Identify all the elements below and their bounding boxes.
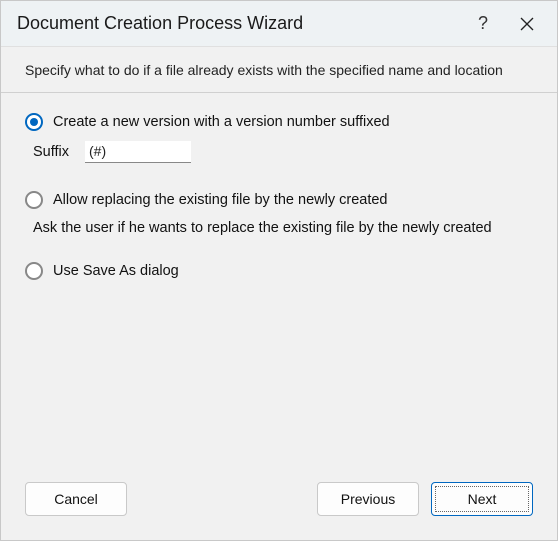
close-button[interactable]: [505, 2, 549, 46]
dialog-title: Document Creation Process Wizard: [17, 13, 461, 34]
cancel-button[interactable]: Cancel: [25, 482, 127, 516]
next-button[interactable]: Next: [431, 482, 533, 516]
option-allow-replace-description: Ask the user if he wants to replace the …: [33, 219, 533, 239]
option-save-as: Use Save As dialog: [25, 262, 533, 280]
option-label[interactable]: Use Save As dialog: [53, 263, 179, 279]
titlebar: Document Creation Process Wizard ?: [1, 1, 557, 47]
suffix-row: Suffix: [33, 141, 533, 163]
subheader-text: Specify what to do if a file already exi…: [25, 62, 503, 78]
content-area: Create a new version with a version numb…: [1, 93, 557, 482]
buttonbar: Cancel Previous Next: [1, 482, 557, 540]
option-allow-replace: Allow replacing the existing file by the…: [25, 191, 533, 209]
help-button[interactable]: ?: [461, 2, 505, 46]
wizard-dialog: Document Creation Process Wizard ? Speci…: [0, 0, 558, 541]
radio-allow-replace[interactable]: [25, 191, 43, 209]
suffix-input[interactable]: [85, 141, 191, 163]
close-icon: [520, 17, 534, 31]
previous-button[interactable]: Previous: [317, 482, 419, 516]
radio-save-as[interactable]: [25, 262, 43, 280]
radio-create-version[interactable]: [25, 113, 43, 131]
subheader: Specify what to do if a file already exi…: [1, 47, 557, 93]
suffix-label: Suffix: [33, 144, 69, 160]
option-create-version: Create a new version with a version numb…: [25, 113, 533, 131]
option-label[interactable]: Allow replacing the existing file by the…: [53, 192, 387, 208]
help-icon: ?: [478, 13, 488, 34]
option-label[interactable]: Create a new version with a version numb…: [53, 114, 390, 130]
